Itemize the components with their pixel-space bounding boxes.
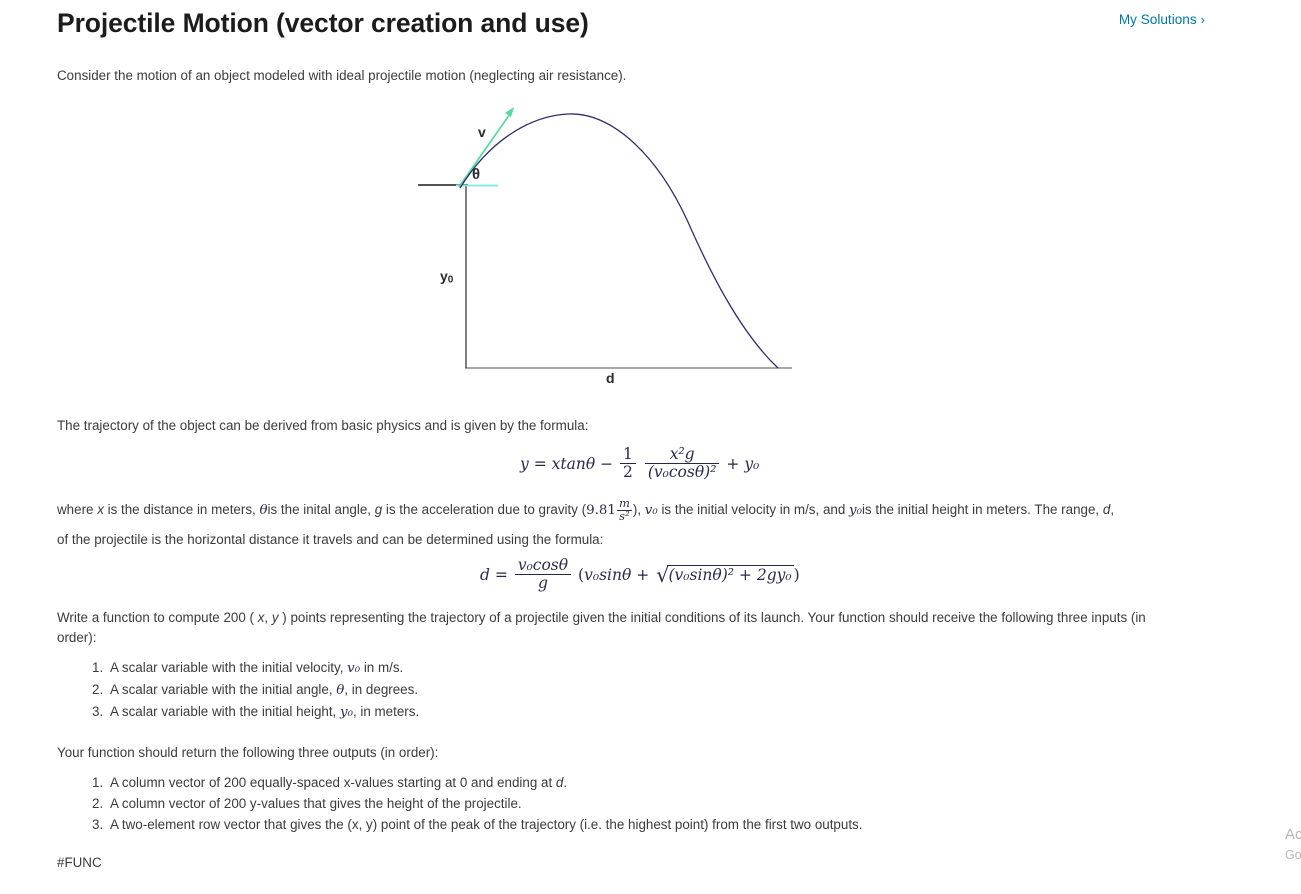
list-item: 2. A column vector of 200 y-values that g… — [92, 795, 522, 811]
where-sym-v0: v₀ — [644, 502, 658, 518]
eq-d-term1: v₀sinθ — [584, 565, 632, 584]
watermark-line-1: Activate Windows — [1285, 826, 1301, 843]
eq-d-plus: + — [636, 565, 650, 584]
windows-activation-watermark: Activate Windows Go to Settings to activ… — [1285, 824, 1301, 866]
range-paragraph: of the projectile is the horizontal dist… — [57, 532, 604, 547]
watermark-line-2: Go to Settings to activate Windows. — [1285, 848, 1301, 862]
where-sym-theta: θ — [259, 502, 268, 518]
eq-y-lhs: y — [520, 454, 529, 473]
page-title: Projectile Motion (vector creation and u… — [57, 8, 589, 38]
where-gravity-unit: m s² — [616, 496, 632, 523]
intro-paragraph: Consider the motion of an object modeled… — [57, 68, 627, 83]
where-p5: ), — [632, 501, 645, 517]
eq-y-term1: xtanθ — [551, 454, 596, 473]
where-gravity-value: 9.81 — [586, 502, 616, 518]
eq-y-last-term: y₀ — [744, 454, 760, 473]
problem-page: Projectile Motion (vector creation and u… — [0, 0, 1301, 894]
eq-d-equals: = — [494, 565, 508, 584]
where-p2: is the distance in meters, — [103, 501, 260, 517]
write-sym-y: y — [271, 610, 279, 625]
func-tag: #FUNC — [57, 855, 102, 870]
write-p1: Write a function to compute 200 ( — [57, 610, 258, 625]
where-p8: , — [1110, 501, 1115, 517]
where-sym-x: x — [97, 501, 104, 517]
diagram-label-range: d — [606, 370, 615, 386]
chevron-right-icon: › — [1200, 12, 1205, 27]
where-p6: is the initial velocity in m/s, and — [657, 501, 850, 517]
write-function-paragraph: Write a function to compute 200 ( x, y )… — [57, 608, 1147, 648]
my-solutions-link[interactable]: My Solutions › — [1119, 12, 1205, 27]
eq-d-fraction: v₀cosθ g — [514, 556, 572, 593]
eq-y-equals: = — [533, 454, 547, 473]
diagram-label-initial-height: y0 — [440, 268, 454, 286]
outputs-list: 1. A column vector of 200 equally-spaced … — [92, 773, 862, 835]
projectile-diagram: v θ y0 d — [410, 100, 810, 400]
where-sym-y0: y₀ — [849, 502, 862, 518]
where-p7: is the initial height in meters. The ran… — [861, 501, 1103, 517]
equation-trajectory: y = xtanθ − 1 2 x²g (v₀cosθ)² + y₀ — [520, 445, 760, 482]
eq-y-one-half: 1 2 — [620, 445, 636, 482]
eq-d-sqrt: √(v₀sinθ)² + 2gy₀ — [654, 563, 794, 587]
trajectory-intro-paragraph: The trajectory of the object can be deri… — [57, 418, 589, 433]
eq-d-close-paren: ) — [793, 565, 800, 584]
where-p4: is the acceleration due to gravity ( — [382, 501, 587, 517]
eq-d-radicand: (v₀sinθ)² + 2gy₀ — [666, 564, 794, 584]
where-p1: where — [57, 501, 98, 517]
eq-y-minus: − — [600, 454, 614, 473]
diagram-label-velocity: v — [478, 124, 486, 140]
list-item: 3. A two-element row vector that gives th… — [92, 816, 863, 832]
where-paragraph: where x is the distance in meters, θis t… — [57, 496, 1167, 523]
inputs-list: 1. A scalar variable with the initial vel… — [92, 658, 419, 723]
write-p2: , — [264, 610, 272, 625]
list-item: 1. A column vector of 200 equally-spaced … — [92, 775, 568, 790]
list-item: 2. A scalar variable with the initial ang… — [92, 681, 419, 698]
diagram-label-angle: θ — [472, 166, 481, 183]
eq-d-lhs: d — [480, 565, 490, 584]
list-item: 3. A scalar variable with the initial hei… — [92, 703, 420, 720]
equation-range: d = v₀cosθ g (v₀sinθ + √(v₀sinθ)² + 2gy₀… — [480, 556, 800, 593]
my-solutions-label: My Solutions — [1118, 12, 1197, 27]
list-item: 1. A scalar variable with the initial vel… — [92, 660, 404, 676]
eq-y-plus: + — [726, 454, 740, 473]
outputs-intro-paragraph: Your function should return the followin… — [57, 745, 439, 760]
where-p3: is the inital angle, — [267, 501, 375, 517]
eq-y-main-fraction: x²g (v₀cosθ)² — [644, 445, 720, 482]
